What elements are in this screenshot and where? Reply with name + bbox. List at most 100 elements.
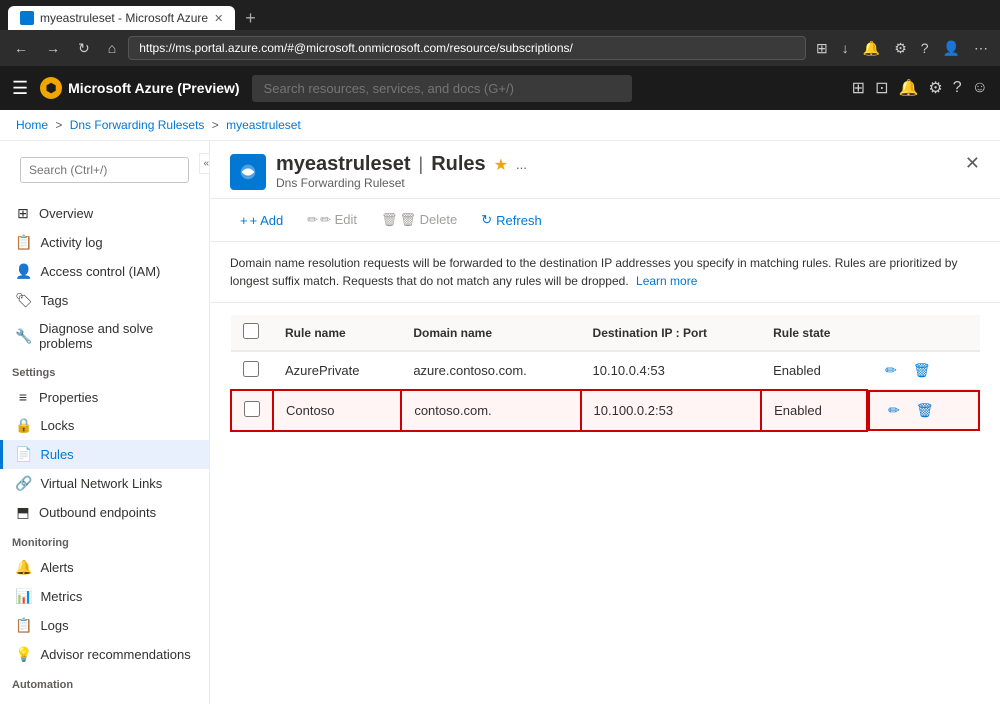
- delete-label: 🗑 Delete: [400, 212, 458, 228]
- new-tab-button[interactable]: +: [241, 8, 260, 29]
- col-rule-name: Rule name: [273, 315, 401, 351]
- row2-delete-icon[interactable]: 🗑: [910, 400, 940, 421]
- table-body: AzurePrivate azure.contoso.com. 10.10.0.…: [231, 351, 980, 431]
- delete-button[interactable]: 🗑 🗑 Delete: [371, 207, 467, 233]
- row1-edit-icon[interactable]: ✏: [879, 360, 903, 381]
- feedback-icon[interactable]: ☺: [972, 79, 988, 97]
- browser-action-icon-2[interactable]: ↓: [838, 38, 853, 58]
- sidebar-label-activity-log: Activity log: [40, 235, 102, 250]
- resource-name: myeastruleset: [276, 153, 411, 176]
- sidebar-item-activity-log[interactable]: 📋 Activity log: [0, 228, 209, 257]
- cloud-shell-icon[interactable]: ⊞: [852, 78, 865, 98]
- sidebar-item-logs[interactable]: 📋 Logs: [0, 611, 209, 640]
- row2-edit-icon[interactable]: ✏: [882, 400, 906, 421]
- row1-checkbox[interactable]: [243, 361, 259, 377]
- resource-title-row: myeastruleset | Rules ★ ... Dns Forwardi…: [230, 153, 527, 190]
- col-domain-name: Domain name: [401, 315, 580, 351]
- resource-type: Dns Forwarding Ruleset: [276, 176, 527, 190]
- tab-close-button[interactable]: ✕: [214, 12, 223, 25]
- browser-tab[interactable]: myeastruleset - Microsoft Azure ✕: [8, 6, 235, 30]
- topbar-icons: ⊞ ⊡ 🔔 ⚙ ? ☺: [852, 78, 988, 98]
- sidebar-item-overview[interactable]: ⊞ Overview: [0, 199, 209, 228]
- home-button[interactable]: ⌂: [102, 38, 122, 58]
- sidebar-item-rules[interactable]: 📄 Rules: [0, 440, 209, 469]
- close-button[interactable]: ✕: [965, 153, 980, 174]
- row2-checkbox-cell[interactable]: [231, 390, 273, 431]
- browser-chrome: myeastruleset - Microsoft Azure ✕ +: [0, 0, 1000, 30]
- overview-icon: ⊞: [15, 205, 31, 222]
- edit-label: ✏ Edit: [320, 212, 357, 228]
- sidebar-item-tags[interactable]: 🏷 Tags: [0, 286, 209, 315]
- help-icon[interactable]: ?: [953, 79, 962, 97]
- browser-action-icon-6[interactable]: 👤: [939, 38, 964, 59]
- sidebar-search[interactable]: [20, 157, 189, 183]
- refresh-button[interactable]: ↻ Refresh: [471, 207, 551, 233]
- browser-action-icon-1[interactable]: ⊞: [812, 38, 832, 59]
- more-options-btn[interactable]: ...: [516, 157, 527, 172]
- edit-button[interactable]: ✏ ✏ Edit: [297, 207, 367, 233]
- sidebar-label-locks: Locks: [40, 418, 74, 433]
- row1-destination: 10.10.0.4:53: [581, 351, 762, 390]
- sidebar-item-properties[interactable]: ≡ Properties: [0, 383, 209, 411]
- row1-delete-icon[interactable]: 🗑: [907, 360, 937, 381]
- sidebar-item-outbound-endpoints[interactable]: ⬒ Outbound endpoints: [0, 498, 209, 527]
- sidebar-item-virtual-network-links[interactable]: 🔗 Virtual Network Links: [0, 469, 209, 498]
- browser-action-icon-3[interactable]: 🔔: [859, 38, 884, 59]
- browser-action-icon-5[interactable]: ?: [917, 38, 933, 58]
- browser-actions: ⊞ ↓ 🔔 ⚙ ? 👤 ⋯: [812, 38, 992, 59]
- advisor-icon: 💡: [15, 646, 32, 663]
- row2-checkbox[interactable]: [244, 401, 260, 417]
- settings-icon[interactable]: ⚙: [928, 78, 942, 98]
- reload-button[interactable]: ↻: [72, 38, 96, 59]
- row1-domain-name: azure.contoso.com.: [401, 351, 580, 390]
- select-all-checkbox[interactable]: [243, 323, 259, 339]
- forward-button[interactable]: →: [40, 38, 66, 58]
- row1-state: Enabled: [761, 351, 867, 390]
- add-button[interactable]: + + Add: [230, 208, 293, 233]
- browser-action-icon-4[interactable]: ⚙: [890, 38, 911, 59]
- tags-icon: 🏷: [15, 292, 33, 309]
- sidebar-label-alerts: Alerts: [40, 560, 73, 575]
- delete-icon: 🗑: [381, 212, 398, 228]
- col-rule-state: Rule state: [761, 315, 867, 351]
- sidebar-item-diagnose[interactable]: 🔧 Diagnose and solve problems: [0, 315, 209, 357]
- sidebar-item-iam[interactable]: 👤 Access control (IAM): [0, 257, 209, 286]
- edit-icon: ✏: [307, 212, 318, 228]
- azure-logo-text: Microsoft Azure (Preview): [68, 80, 239, 96]
- sidebar-label-outbound-endpoints: Outbound endpoints: [39, 505, 156, 520]
- row2-domain-name: contoso.com.: [401, 390, 580, 431]
- back-button[interactable]: ←: [8, 38, 34, 58]
- sidebar-item-locks[interactable]: 🔒 Locks: [0, 411, 209, 440]
- portal-icon[interactable]: ⊡: [875, 78, 888, 98]
- breadcrumb-rulesets[interactable]: Dns Forwarding Rulesets: [70, 118, 205, 132]
- page-title: Rules: [431, 153, 485, 176]
- settings-section-label: Settings: [0, 357, 209, 383]
- sidebar-item-advisor[interactable]: 💡 Advisor recommendations: [0, 640, 209, 669]
- description-block: Domain name resolution requests will be …: [210, 242, 1000, 303]
- resource-icon: [230, 154, 266, 190]
- learn-more-link[interactable]: Learn more: [636, 274, 697, 288]
- breadcrumb-home[interactable]: Home: [16, 118, 48, 132]
- table-row-highlighted: Contoso contoso.com. 10.100.0.2:53 Enabl…: [231, 390, 980, 431]
- address-bar[interactable]: [128, 36, 806, 60]
- global-search[interactable]: [252, 75, 632, 102]
- breadcrumb-current[interactable]: myeastruleset: [226, 118, 301, 132]
- breadcrumb-sep-1: >: [55, 118, 65, 132]
- sidebar-label-diagnose: Diagnose and solve problems: [39, 321, 197, 351]
- sidebar-item-metrics[interactable]: 📊 Metrics: [0, 582, 209, 611]
- monitoring-section-label: Monitoring: [0, 527, 209, 553]
- sidebar: « ⊞ Overview 📋 Activity log 👤 Access con…: [0, 141, 210, 704]
- sidebar-item-alerts[interactable]: 🔔 Alerts: [0, 553, 209, 582]
- azure-logo: ⬢ Microsoft Azure (Preview): [40, 77, 239, 99]
- metrics-icon: 📊: [15, 588, 32, 605]
- col-checkbox: [231, 315, 273, 351]
- add-label: + Add: [250, 213, 284, 228]
- hamburger-menu[interactable]: ☰: [12, 78, 28, 99]
- notification-icon[interactable]: 🔔: [898, 78, 918, 98]
- row1-checkbox-cell[interactable]: [231, 351, 273, 390]
- sidebar-item-tasks[interactable]: ⊕ Tasks (preview): [0, 695, 209, 704]
- sidebar-collapse-btn[interactable]: «: [199, 153, 210, 174]
- azure-logo-icon: ⬢: [40, 77, 62, 99]
- favorite-star[interactable]: ★: [494, 155, 508, 175]
- browser-more[interactable]: ⋯: [970, 38, 992, 59]
